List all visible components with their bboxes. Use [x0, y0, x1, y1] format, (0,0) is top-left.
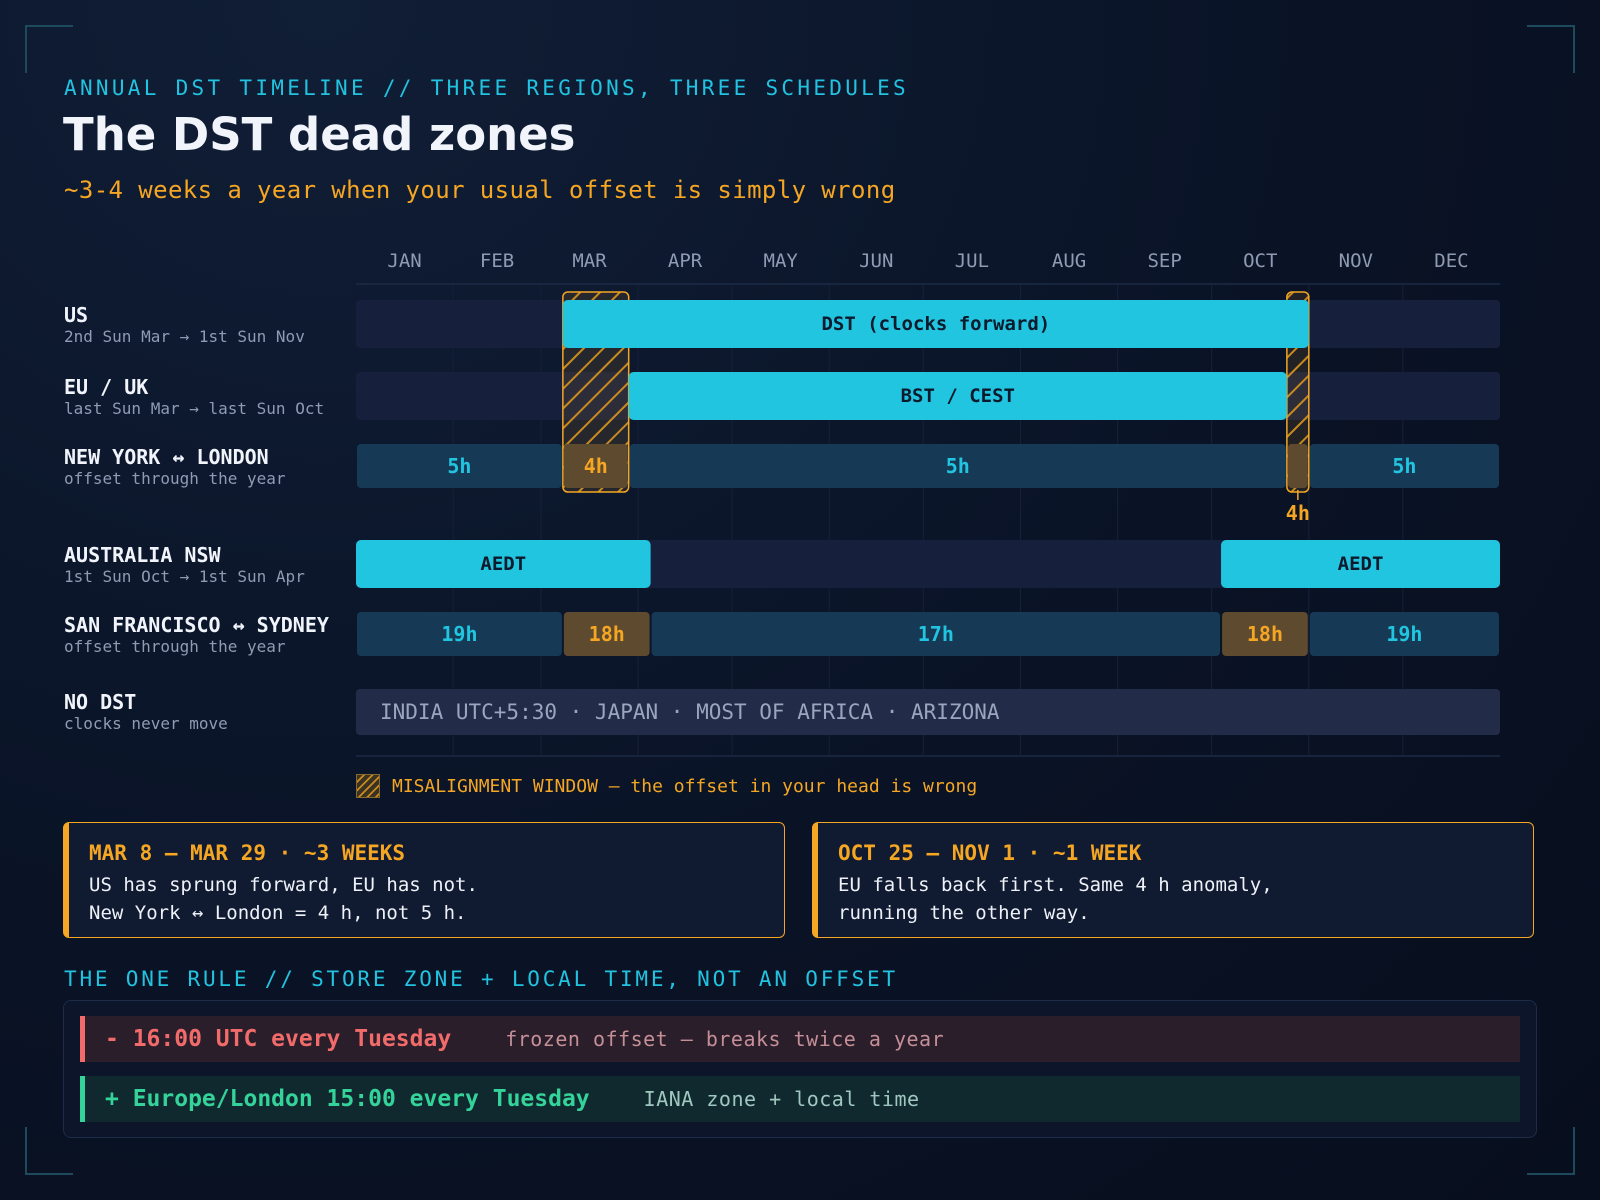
callout-line: EU falls back first. Same 4 h anomaly,: [838, 874, 1273, 896]
callout-october-window: OCT 25 — NOV 1 · ~1 WEEK EU falls back f…: [812, 822, 1534, 938]
callout-line: US has sprung forward, EU has not.: [89, 874, 478, 896]
hatch-swatch-icon: [356, 774, 380, 798]
row-description: 1st Sun Oct → 1st Sun Apr: [64, 567, 305, 586]
month-label: FEB: [480, 250, 514, 272]
sf-sydney-offset-label: 19h: [441, 622, 477, 646]
no-dst-label: INDIA UTC+5:30 · JAPAN · MOST OF AFRICA …: [380, 700, 1000, 724]
row-label-ny-london: NEW YORK ↔ LONDON offset through the yea…: [64, 445, 286, 489]
rule-good-example: + Europe/London 15:00 every Tuesday IANA…: [80, 1076, 1520, 1122]
us-dst-label: DST (clocks forward): [821, 313, 1050, 335]
callout-heading: MAR 8 — MAR 29 · ~3 WEEKS: [89, 841, 406, 865]
legend: MISALIGNMENT WINDOW — the offset in your…: [356, 774, 977, 798]
row-name: US: [64, 303, 89, 327]
aus-dst-label: AEDT: [1338, 553, 1384, 575]
callout-line: New York ↔ London = 4 h, not 5 h.: [89, 902, 467, 924]
row-label-us: US 2nd Sun Mar → 1st Sun Nov: [64, 303, 305, 347]
month-label: AUG: [1052, 250, 1086, 272]
ny-london-offset-label: 4h: [1286, 501, 1310, 525]
eu-dst-label: BST / CEST: [901, 385, 1015, 407]
month-label: JUL: [955, 250, 989, 272]
month-label: SEP: [1147, 250, 1181, 272]
row-name: NEW YORK ↔ LONDON: [64, 445, 269, 469]
month-label: MAR: [572, 250, 607, 272]
row-description: clocks never move: [64, 714, 228, 733]
month-label: DEC: [1434, 250, 1468, 272]
callout-heading: OCT 25 — NOV 1 · ~1 WEEK: [838, 841, 1142, 865]
month-label: OCT: [1243, 250, 1277, 272]
rule-bad-code: - 16:00 UTC every Tuesday: [105, 1026, 452, 1052]
month-label: JUN: [859, 250, 893, 272]
month-label: MAY: [764, 250, 799, 272]
row-description: offset through the year: [64, 637, 286, 656]
row-description: 2nd Sun Mar → 1st Sun Nov: [64, 327, 305, 346]
row-label-eu-uk: EU / UK last Sun Mar → last Sun Oct: [64, 375, 324, 419]
rule-panel: - 16:00 UTC every Tuesday frozen offset …: [63, 1000, 1537, 1138]
row-label-australia-nsw: AUSTRALIA NSW 1st Sun Oct → 1st Sun Apr: [64, 543, 305, 587]
callout-march-window: MAR 8 — MAR 29 · ~3 WEEKS US has sprung …: [63, 822, 785, 938]
ny-london-offset-label: 5h: [1392, 454, 1416, 478]
row-label-no-dst: NO DST clocks never move: [64, 690, 228, 734]
month-label: APR: [668, 250, 703, 272]
sf-sydney-offset-label: 19h: [1386, 622, 1422, 646]
sf-sydney-offset-label: 18h: [589, 622, 625, 646]
rule-bad-example: - 16:00 UTC every Tuesday frozen offset …: [80, 1016, 1520, 1062]
ny-london-offset-segment: [1287, 444, 1308, 488]
row-description: last Sun Mar → last Sun Oct: [64, 399, 325, 418]
sf-sydney-offset-label: 17h: [918, 622, 954, 646]
ny-london-offset-label: 5h: [447, 454, 471, 478]
ny-london-offset-label: 4h: [584, 454, 608, 478]
rule-section-title: THE ONE RULE // STORE ZONE + LOCAL TIME,…: [64, 967, 898, 991]
rule-good-code: + Europe/London 15:00 every Tuesday: [105, 1086, 590, 1112]
row-name: NO DST: [64, 690, 137, 714]
row-description: offset through the year: [64, 469, 286, 488]
month-label: JAN: [387, 250, 421, 272]
rule-bad-note: frozen offset — breaks twice a year: [505, 1027, 945, 1051]
rule-good-note: IANA zone + local time: [643, 1087, 920, 1111]
row-label-sf-sydney: SAN FRANCISCO ↔ SYDNEY offset through th…: [64, 613, 329, 657]
month-label: NOV: [1339, 250, 1373, 272]
row-name: AUSTRALIA NSW: [64, 543, 221, 567]
legend-label: MISALIGNMENT WINDOW — the offset in your…: [392, 775, 978, 797]
callout-line: running the other way.: [838, 902, 1090, 924]
ny-london-offset-label: 5h: [946, 454, 970, 478]
row-name: SAN FRANCISCO ↔ SYDNEY: [64, 613, 329, 637]
row-name: EU / UK: [64, 375, 149, 399]
sf-sydney-offset-label: 18h: [1247, 622, 1283, 646]
aus-dst-label: AEDT: [480, 553, 526, 575]
